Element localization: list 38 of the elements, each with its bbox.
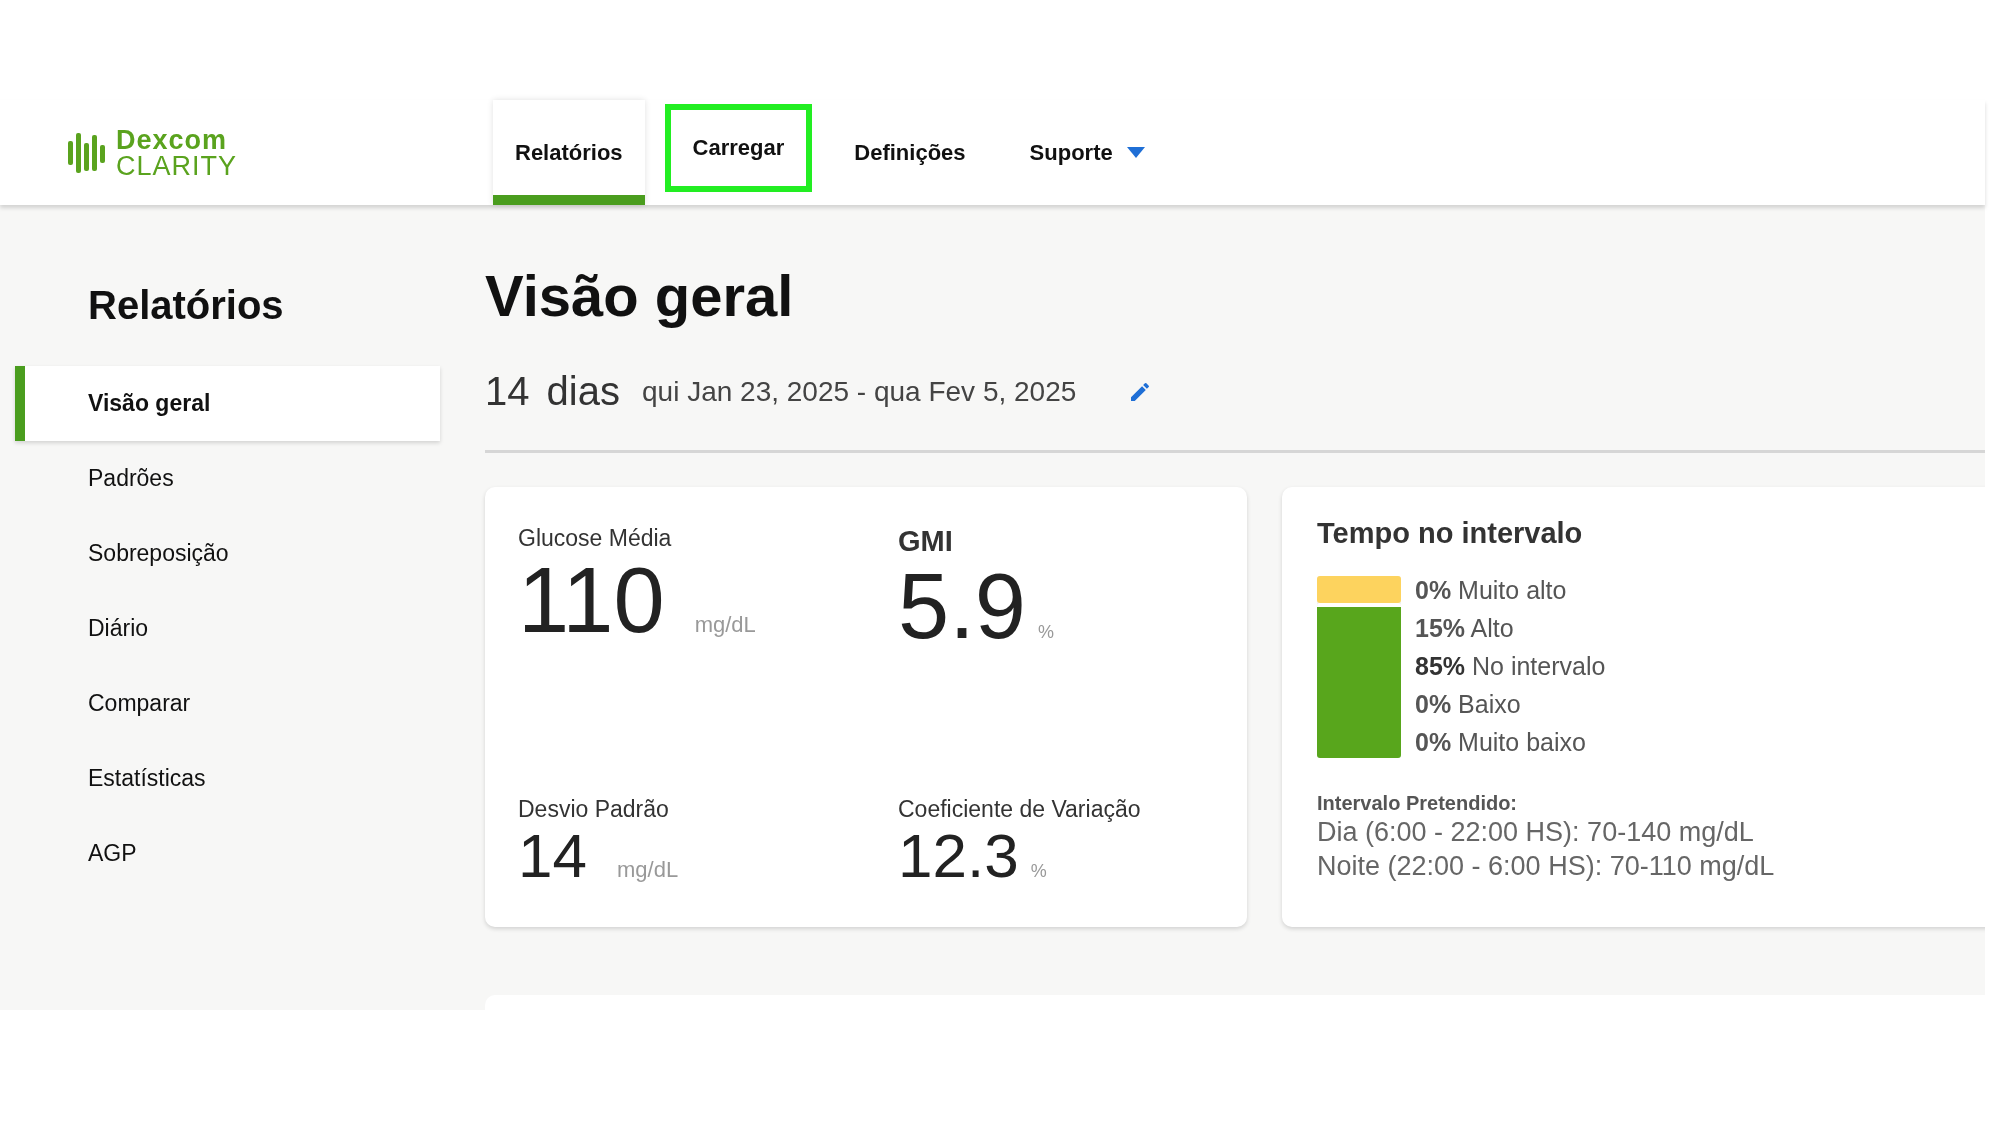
logo-brand: Dexcom — [116, 126, 229, 153]
nav-tab[interactable]: Carregar — [664, 104, 813, 192]
stat-label: GMI — [898, 525, 954, 558]
stat-value: 110 — [518, 552, 665, 648]
nav-tab[interactable]: Definições — [832, 100, 988, 205]
range-legend-item: 0% Muito alto — [1415, 575, 1568, 606]
range-legend-item: 85% No intervalo — [1415, 651, 1606, 682]
range-legend-item: 15% Alto — [1415, 613, 1515, 644]
stat-label: Desvio Padrão — [518, 796, 670, 823]
stat-unit: mg/dL — [616, 857, 679, 883]
period-label: 14 dias — [485, 369, 620, 414]
logo-product: CLARITY — [116, 152, 238, 179]
sidebar-title: Relatórios — [88, 283, 285, 328]
target-range-title: Intervalo Pretendido: — [1317, 792, 1519, 815]
date-range: qui Jan 23, 2025 - qua Fev 5, 2025 — [642, 375, 1077, 408]
stat-value: 12.3 — [898, 823, 1019, 889]
stat-value: 5.9 — [898, 558, 1026, 654]
sidebar-item[interactable]: Visão geral — [15, 366, 440, 441]
sidebar-item[interactable]: Comparar — [15, 666, 440, 741]
stat-label: Coeficiente de Variação — [898, 796, 1142, 823]
logo-icon — [68, 130, 106, 175]
page-title: Visão geral — [485, 262, 795, 330]
stat-value: 14 — [518, 823, 587, 889]
range-legend-item: 0% Muito baixo — [1415, 727, 1587, 758]
stat-label: Glucose Média — [518, 525, 673, 552]
sidebar-item[interactable]: AGP — [15, 816, 440, 891]
sidebar-item[interactable]: Estatísticas — [15, 741, 440, 816]
stat-unit: % — [1030, 861, 1047, 882]
sidebar-item[interactable]: Padrões — [15, 441, 440, 516]
stat-unit: % — [1037, 622, 1054, 643]
stat-unit: mg/dL — [694, 612, 756, 638]
card-title: Tempo no intervalo — [1317, 517, 1584, 550]
sidebar-item[interactable]: Sobreposição — [15, 516, 440, 591]
sidebar-item[interactable]: Diário — [15, 591, 440, 666]
range-legend-item: 0% Baixo — [1415, 689, 1522, 720]
target-range-text: Noite (22:00 - 6:00 HS): 70-110 mg/dL — [1317, 850, 1776, 883]
nav-tab[interactable]: Suporte — [1007, 100, 1167, 205]
target-range-text: Dia (6:00 - 22:00 HS): 70-140 mg/dL — [1317, 816, 1755, 849]
